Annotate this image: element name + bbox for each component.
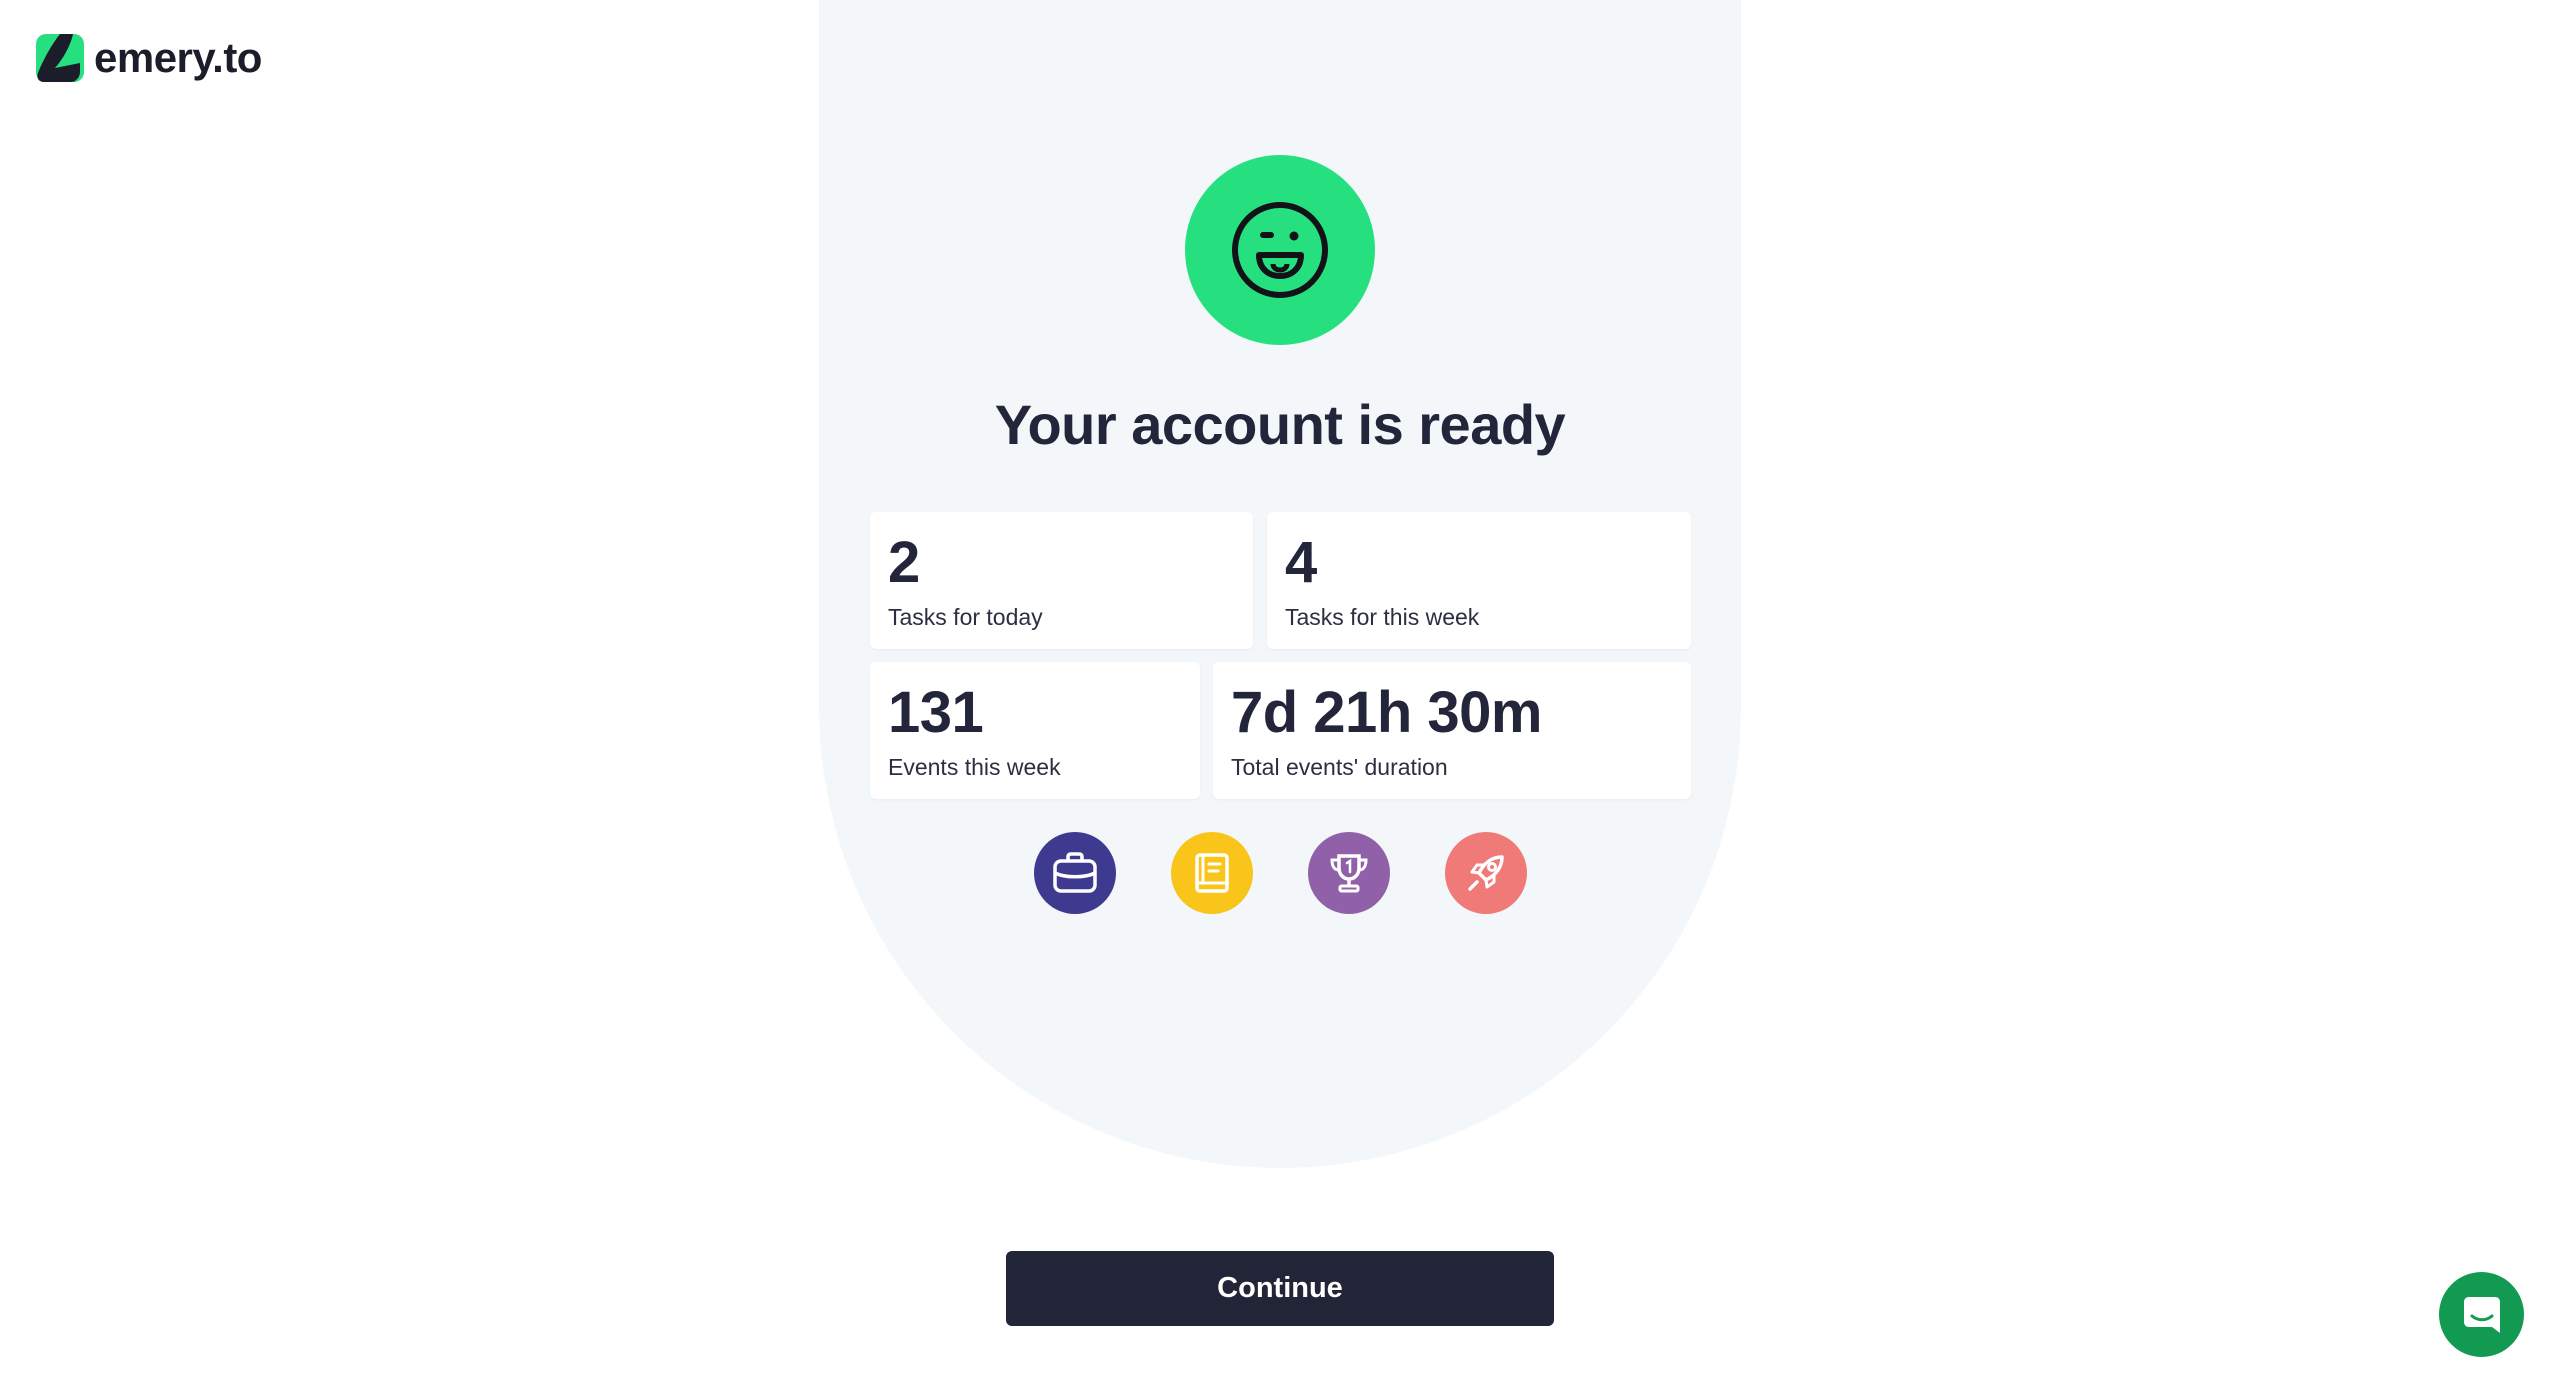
category-learning	[1171, 832, 1253, 914]
stat-label: Tasks for today	[888, 604, 1043, 630]
briefcase-icon	[1053, 852, 1097, 893]
stat-label: Tasks for this week	[1285, 604, 1480, 630]
stat-card-tasks-week: 4 Tasks for this week	[1267, 512, 1691, 649]
trophy-icon	[1330, 854, 1368, 893]
stat-card-tasks-today: 2 Tasks for today	[870, 512, 1253, 649]
continue-button[interactable]: Continue	[1006, 1251, 1554, 1326]
page-title: Your account is ready	[994, 393, 1566, 456]
stat-label: Events this week	[888, 754, 1061, 780]
chat-launcher-button[interactable]	[2439, 1272, 2524, 1357]
smiley-tongue-icon	[1232, 202, 1328, 298]
stat-value: 7d 21h 30m	[1231, 680, 1542, 745]
category-achievement	[1308, 832, 1390, 914]
stat-value: 4	[1285, 530, 1317, 595]
stat-label: Total events' duration	[1231, 754, 1448, 780]
hero-badge	[1185, 155, 1375, 345]
rocket-icon	[1468, 855, 1504, 891]
category-growth	[1445, 832, 1527, 914]
stat-card-events-duration: 7d 21h 30m Total events' duration	[1213, 662, 1691, 799]
emery-logo-icon	[36, 34, 84, 82]
stat-value: 131	[888, 680, 984, 745]
category-work	[1034, 832, 1116, 914]
stat-card-events-week: 131 Events this week	[870, 662, 1200, 799]
brand-name: emery.to	[94, 34, 262, 81]
book-icon	[1195, 853, 1229, 893]
stat-value: 2	[888, 530, 920, 595]
chat-icon	[2463, 1296, 2500, 1333]
onboarding-page: emery.to Your account is ready 2 Tasks f…	[0, 0, 2560, 1392]
brand-logo[interactable]: emery.to	[36, 34, 262, 82]
